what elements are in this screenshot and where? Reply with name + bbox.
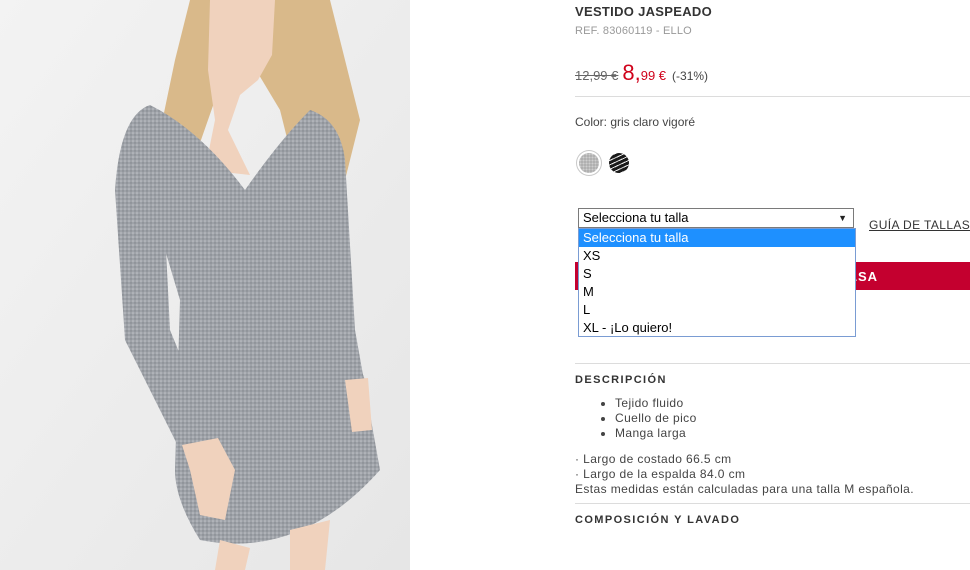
size-option[interactable]: L [579,301,855,319]
measure-note: Estas medidas están calculadas para una … [575,482,914,496]
size-option[interactable]: XS [579,247,855,265]
size-dropdown-list[interactable]: Selecciona tu talla XS S M L XL - ¡Lo qu… [578,228,856,337]
divider [575,96,970,97]
old-price: 12,99 € [575,68,619,83]
size-option[interactable]: M [579,283,855,301]
dropdown-arrow-icon: ▼ [838,213,847,223]
description-list: Tejido fluido Cuello de pico Manga larga [575,396,697,441]
description-item: Tejido fluido [615,396,697,411]
product-photo[interactable] [0,0,410,570]
sale-price-integer: 8, [622,60,641,85]
description-item: Manga larga [615,426,697,441]
size-select-value: Selecciona tu talla [583,210,689,225]
swatch-grey[interactable] [579,153,599,173]
composition-heading[interactable]: COMPOSICIÓN Y LAVADO [575,514,740,526]
model-illustration [0,0,410,570]
description-heading[interactable]: DESCRIPCIÓN [575,374,667,386]
price-row: 12,99 € 8, 99 € (-31%) [575,60,708,86]
size-option[interactable]: XL - ¡Lo quiero! [579,319,855,337]
size-select[interactable]: Selecciona tu talla ▼ [578,208,854,228]
measure-line: · Largo de costado 66.5 cm [575,452,732,466]
divider [575,503,970,504]
size-option[interactable]: S [579,265,855,283]
size-option[interactable]: Selecciona tu talla [579,229,855,247]
swatch-black[interactable] [609,153,629,173]
product-title: VESTIDO JASPEADO [575,4,712,19]
discount-badge: (-31%) [672,69,709,83]
sale-price-decimal: 99 € [640,68,667,83]
description-item: Cuello de pico [615,411,697,426]
product-reference: REF. 83060119 - ELLO [575,25,692,37]
measure-line: · Largo de la espalda 84.0 cm [575,467,746,481]
color-label: Color: gris claro vigoré [575,115,696,129]
measurements: · Largo de costado 66.5 cm · Largo de la… [575,452,914,497]
size-guide-link[interactable]: GUÍA DE TALLAS [869,218,970,232]
divider [575,363,970,364]
